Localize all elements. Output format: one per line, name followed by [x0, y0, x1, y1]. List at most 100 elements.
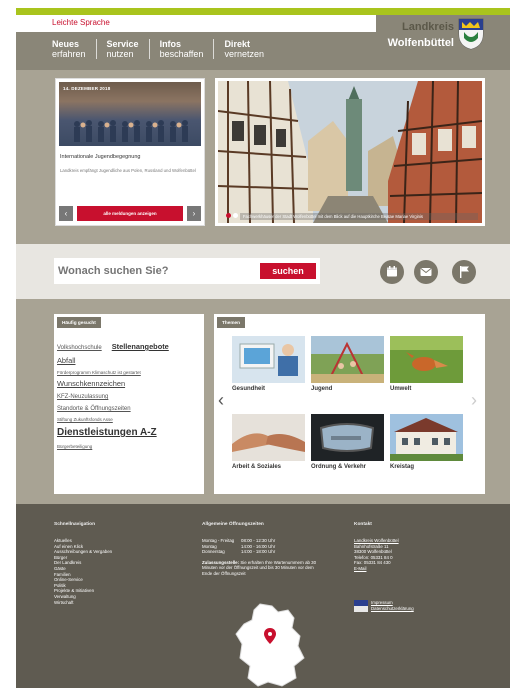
frequent-link[interactable]: Abfall: [57, 354, 201, 368]
nav-service-line1: Service: [106, 39, 139, 49]
theme-tile-jugend[interactable]: Jugend: [311, 336, 384, 392]
frequent-link[interactable]: Förderprogramm Klimaschutz ist gestartet: [57, 368, 201, 377]
search-box: suchen: [54, 258, 320, 284]
search-band: suchen: [16, 244, 510, 299]
hours-row: Donnerstag 14:00 - 18:00 Uhr: [202, 549, 322, 555]
logo-line1: Landkreis: [402, 21, 454, 33]
main-nav: Neues erfahren Service nutzen Infos beschaf…: [52, 39, 284, 59]
gesundheit-image: [232, 336, 305, 383]
theme-label-arbeit-soziales: Arbeit & Soziales: [232, 464, 282, 470]
legal-link-stack: Impressum Datenschutzerklärung: [371, 600, 414, 612]
coat-of-arms-icon[interactable]: [458, 18, 484, 50]
ordnung-verkehr-image: [311, 414, 384, 461]
flag-icon: [460, 266, 469, 278]
nav-neues-line1: Neues: [52, 39, 80, 49]
theme-label-ordnung-verkehr: Ordnung & Verkehr: [311, 464, 367, 470]
kreistag-image: [390, 414, 463, 461]
hours-heading: Allgemeine Öffnungszeiten: [202, 522, 264, 527]
datenschutz-link[interactable]: Datenschutzerklärung: [371, 606, 414, 612]
frequent-link[interactable]: Bürgerbeteiligung: [57, 442, 201, 451]
hero-image[interactable]: Fachwerkhäuser der Stadt Wolfenbüttel mi…: [218, 81, 482, 223]
mail-button[interactable]: [414, 260, 438, 284]
logo-text[interactable]: Landkreis Wolfenbüttel: [376, 21, 454, 50]
group-photo-people: [74, 120, 188, 142]
contact-heading: Kontakt: [354, 522, 372, 527]
frequently-searched-label: Häufig gesucht: [57, 317, 101, 328]
theme-label-kreistag: Kreistag: [390, 464, 415, 470]
jugend-image: [311, 336, 384, 383]
nav-infos-line2: beschaffen: [159, 49, 204, 59]
theme-tile-kreistag[interactable]: Kreistag: [390, 414, 463, 470]
quicknav-link[interactable]: Wirtschaft: [54, 600, 112, 606]
news-card: 14. DEZEMBER 2018 Internationale Jugendb: [55, 78, 205, 226]
news-navigation: ‹ alle meldungen anzeigen ›: [59, 206, 201, 222]
hours-note-bold: Zulassungsstelle:: [202, 559, 240, 565]
nav-direkt[interactable]: Direkt vernetzen: [224, 39, 274, 59]
quicknav-link[interactable]: Ausschreibungen & Vergaben: [54, 549, 112, 555]
calendar-button[interactable]: [380, 260, 404, 284]
flag-button[interactable]: [452, 260, 476, 284]
page: Leichte Sprache Neues erfahren Service nut…: [16, 8, 510, 688]
email-link[interactable]: E-Mail: [354, 566, 399, 572]
quicknav-list: Aktuelles Auf einen Klick Ausschreibungen …: [54, 538, 112, 605]
logo-line2: Wolfenbüttel: [387, 37, 454, 49]
contact-city: 38300 Wolfenbüttel: [354, 549, 392, 555]
site-header: Leichte Sprache Neues erfahren Service nut…: [16, 15, 510, 70]
footer-crest-icon: [354, 600, 368, 612]
themes-prev-arrow[interactable]: ‹: [218, 390, 224, 411]
arbeit-soziales-image: [232, 414, 305, 461]
nav-neues[interactable]: Neues erfahren: [52, 39, 97, 59]
legal-links: Impressum Datenschutzerklärung: [354, 600, 414, 612]
news-photo[interactable]: 14. DEZEMBER 2018: [59, 82, 201, 146]
header-upper-strip: Leichte Sprache: [16, 15, 376, 32]
hours-day: Donnerstag: [202, 549, 225, 555]
hero-slider: Fachwerkhäuser der Stadt Wolfenbüttel mi…: [215, 78, 485, 226]
theme-label-umwelt: Umwelt: [390, 386, 412, 392]
news-title[interactable]: Internationale Jugendbegegnung: [60, 154, 140, 160]
theme-label-gesundheit: Gesundheit: [232, 386, 266, 392]
umwelt-image: [390, 336, 463, 383]
nav-direkt-line1: Direkt: [224, 39, 250, 49]
nav-service-line2: nutzen: [106, 49, 134, 59]
site-footer: Schnellnavigation Aktuelles Auf einen Kli…: [16, 504, 510, 688]
mail-icon: [420, 268, 432, 276]
nav-infos-line1: Infos: [159, 39, 182, 49]
leichte-sprache-link[interactable]: Leichte Sprache: [52, 18, 110, 27]
theme-tile-gesundheit[interactable]: Gesundheit: [232, 336, 305, 392]
themes-card: Themen ‹ › Gesundheit Jugend Umwelt Arbe…: [214, 314, 485, 494]
nav-direkt-line2: vernetzen: [224, 49, 264, 59]
frequent-link[interactable]: KFZ-Neuzulassung: [57, 391, 201, 403]
theme-tile-umwelt[interactable]: Umwelt: [390, 336, 463, 392]
nav-neues-line2: erfahren: [52, 49, 86, 59]
frequent-link[interactable]: Stiftung Zukunftsfonds Asse: [57, 415, 201, 424]
slider-dot[interactable]: [233, 213, 238, 218]
search-button[interactable]: suchen: [260, 263, 316, 279]
theme-tile-arbeit-soziales[interactable]: Arbeit & Soziales: [232, 414, 305, 470]
hero-street-illustration: [218, 81, 482, 223]
theme-tile-ordnung-verkehr[interactable]: Ordnung & Verkehr: [311, 414, 384, 470]
themes-label: Themen: [217, 317, 245, 328]
frequent-link[interactable]: Dienstleistungen A-Z: [57, 424, 201, 442]
nav-infos[interactable]: Infos beschaffen: [160, 39, 215, 59]
frequent-link[interactable]: Standorte & Öffnungszeiten: [57, 403, 201, 415]
hero-caption: Fachwerkhäuser der Stadt Wolfenbüttel mi…: [240, 213, 478, 220]
quicknav-heading: Schnellnavigation: [54, 522, 96, 527]
themes-next-arrow[interactable]: ›: [471, 390, 477, 411]
germany-map-icon[interactable]: [232, 602, 308, 688]
frequently-searched-list: Volkshochschule Stellenangebote Abfall Förd…: [57, 336, 201, 451]
frequent-link[interactable]: Volkshochschule: [57, 342, 102, 354]
all-news-button[interactable]: alle meldungen anzeigen: [77, 206, 183, 221]
slider-dot-active[interactable]: [226, 213, 231, 218]
frequent-link[interactable]: Wunschkennzeichen: [57, 377, 201, 391]
news-prev-button[interactable]: ‹: [59, 206, 73, 221]
news-date: 14. DEZEMBER 2018: [63, 86, 111, 91]
contact-name-link[interactable]: Landkreis Wolfenbüttel: [354, 538, 399, 544]
search-input[interactable]: [58, 258, 254, 284]
nav-service[interactable]: Service nutzen: [107, 39, 150, 59]
news-teaser: Landkreis empfängt Jugendliche aus Polen…: [60, 168, 196, 173]
contact-block: Landkreis Wolfenbüttel Bahnhofstraße 11 …: [354, 538, 399, 572]
hours-time: 14:00 - 18:00 Uhr: [241, 549, 276, 555]
hours-note: Zulassungsstelle: Sie erhalten Ihre Wart…: [202, 560, 320, 577]
frequent-link[interactable]: Stellenangebote: [112, 340, 169, 354]
news-next-button[interactable]: ›: [187, 206, 201, 221]
